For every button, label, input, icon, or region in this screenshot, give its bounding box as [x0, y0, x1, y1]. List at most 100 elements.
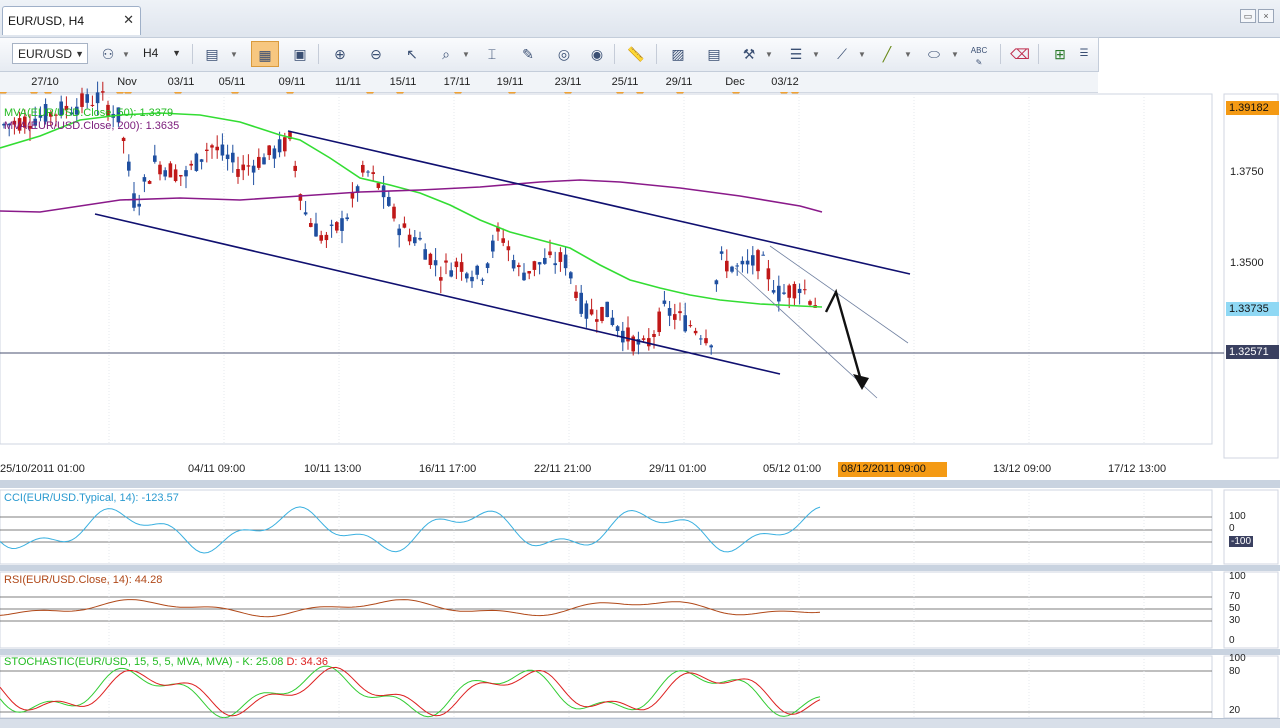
candle-body — [667, 308, 672, 316]
candle-body — [127, 161, 131, 171]
candle-body — [168, 163, 173, 178]
candle-body — [433, 260, 438, 266]
pane-divider — [0, 480, 1280, 488]
cci-level: 100 — [1229, 511, 1246, 522]
candle-body — [465, 273, 469, 279]
candle-body — [246, 165, 251, 167]
candle-body — [777, 285, 781, 302]
candle-body — [480, 279, 485, 281]
candle-body — [740, 260, 745, 265]
cci-pane — [0, 489, 1213, 565]
candle-body — [652, 333, 656, 337]
candle-body — [132, 193, 136, 208]
time-label: 16/11 17:00 — [419, 463, 477, 475]
main-pane — [0, 93, 1213, 445]
mva50-label: MVA(EUR/USD.Close, 50): 1.3379 — [4, 107, 174, 119]
rsi-level: 50 — [1229, 603, 1241, 614]
candle-body — [657, 311, 661, 333]
price-chart[interactable] — [0, 0, 1280, 727]
candle-body — [392, 206, 396, 219]
candle-body — [782, 292, 786, 294]
candle-body — [366, 171, 370, 173]
candle-body — [225, 154, 230, 160]
stochastic-label: STOCHASTIC(EUR/USD, 15, 5, 5, MVA, MVA) … — [4, 656, 328, 668]
candle-body — [158, 164, 162, 175]
candle-body — [673, 314, 677, 320]
candle-body — [173, 169, 178, 182]
candle-body — [678, 311, 682, 314]
candle-body — [475, 265, 479, 275]
candle-body — [444, 260, 448, 263]
cci-level: -100 — [1229, 536, 1254, 547]
time-cursor-box: 08/12/2011 09:00 — [838, 462, 947, 477]
candle-body — [95, 92, 100, 104]
candle-body — [459, 262, 464, 272]
candle-body — [215, 146, 219, 151]
time-label: 05/12 01:00 — [763, 463, 822, 475]
rsi-label: RSI(EUR/USD.Close, 14): 44.28 — [4, 574, 163, 586]
candle-body — [745, 260, 750, 265]
candle-body — [277, 139, 282, 153]
horizontal-line-price-box: 1.32571 — [1226, 345, 1279, 359]
pane-divider — [0, 565, 1280, 571]
candle-body — [808, 301, 812, 305]
cci-label: CCI(EUR/USD.Typical, 14): -123.57 — [4, 492, 179, 504]
candle-body — [714, 280, 719, 285]
candle-body — [537, 262, 542, 265]
candle-body — [605, 301, 609, 318]
candle-body — [756, 250, 760, 272]
time-label: 29/11 01:00 — [649, 463, 707, 475]
candle-body — [184, 170, 188, 177]
candle-body — [324, 234, 329, 241]
candle-body — [314, 223, 318, 237]
time-label: 04/11 09:00 — [188, 463, 246, 475]
candle-body — [309, 223, 313, 227]
chart-grid — [0, 93, 1279, 459]
candle-body — [543, 257, 547, 264]
candle-body — [262, 157, 266, 165]
candle-body — [771, 290, 776, 293]
rsi-pane — [0, 571, 1213, 649]
candle-body — [413, 237, 417, 244]
candle-body — [407, 234, 412, 242]
candle-body — [101, 91, 105, 93]
candle-body — [600, 307, 604, 321]
candle-body — [641, 338, 646, 340]
candle-body — [501, 238, 505, 243]
candle-body — [137, 203, 141, 207]
candle-body — [527, 271, 531, 274]
candle-body — [85, 94, 89, 103]
candle-body — [506, 246, 511, 251]
candle-body — [231, 152, 235, 163]
candle-body — [329, 224, 334, 226]
candle-body — [485, 263, 490, 268]
rsi-level: 30 — [1229, 615, 1241, 626]
candle-body — [792, 283, 797, 299]
candle-body — [803, 289, 807, 291]
candle-body — [402, 223, 407, 228]
rsi-level: 0 — [1229, 635, 1235, 646]
candle-body — [257, 156, 261, 168]
candle-body — [766, 268, 771, 280]
candle-body — [610, 317, 615, 326]
time-label: 10/11 13:00 — [304, 463, 362, 475]
candle-body — [387, 196, 391, 206]
candle-body — [761, 254, 765, 256]
candle-body — [704, 338, 708, 344]
candle-body — [194, 153, 199, 171]
stoch-level: 20 — [1229, 705, 1241, 716]
candle-body — [699, 338, 703, 340]
candle-body — [283, 137, 287, 152]
candle-body — [532, 261, 537, 270]
stoch-level: 80 — [1229, 666, 1241, 677]
candle-body — [470, 276, 474, 282]
candle-body — [725, 260, 729, 272]
cci-level: 0 — [1229, 523, 1235, 534]
candle-body — [236, 169, 240, 177]
candle-body — [558, 252, 563, 262]
candle-body — [491, 240, 495, 252]
stochastic-k: K: 25.08 — [242, 656, 284, 668]
candle-body — [454, 261, 459, 268]
candle-body — [709, 345, 713, 348]
candle-body — [688, 325, 693, 327]
